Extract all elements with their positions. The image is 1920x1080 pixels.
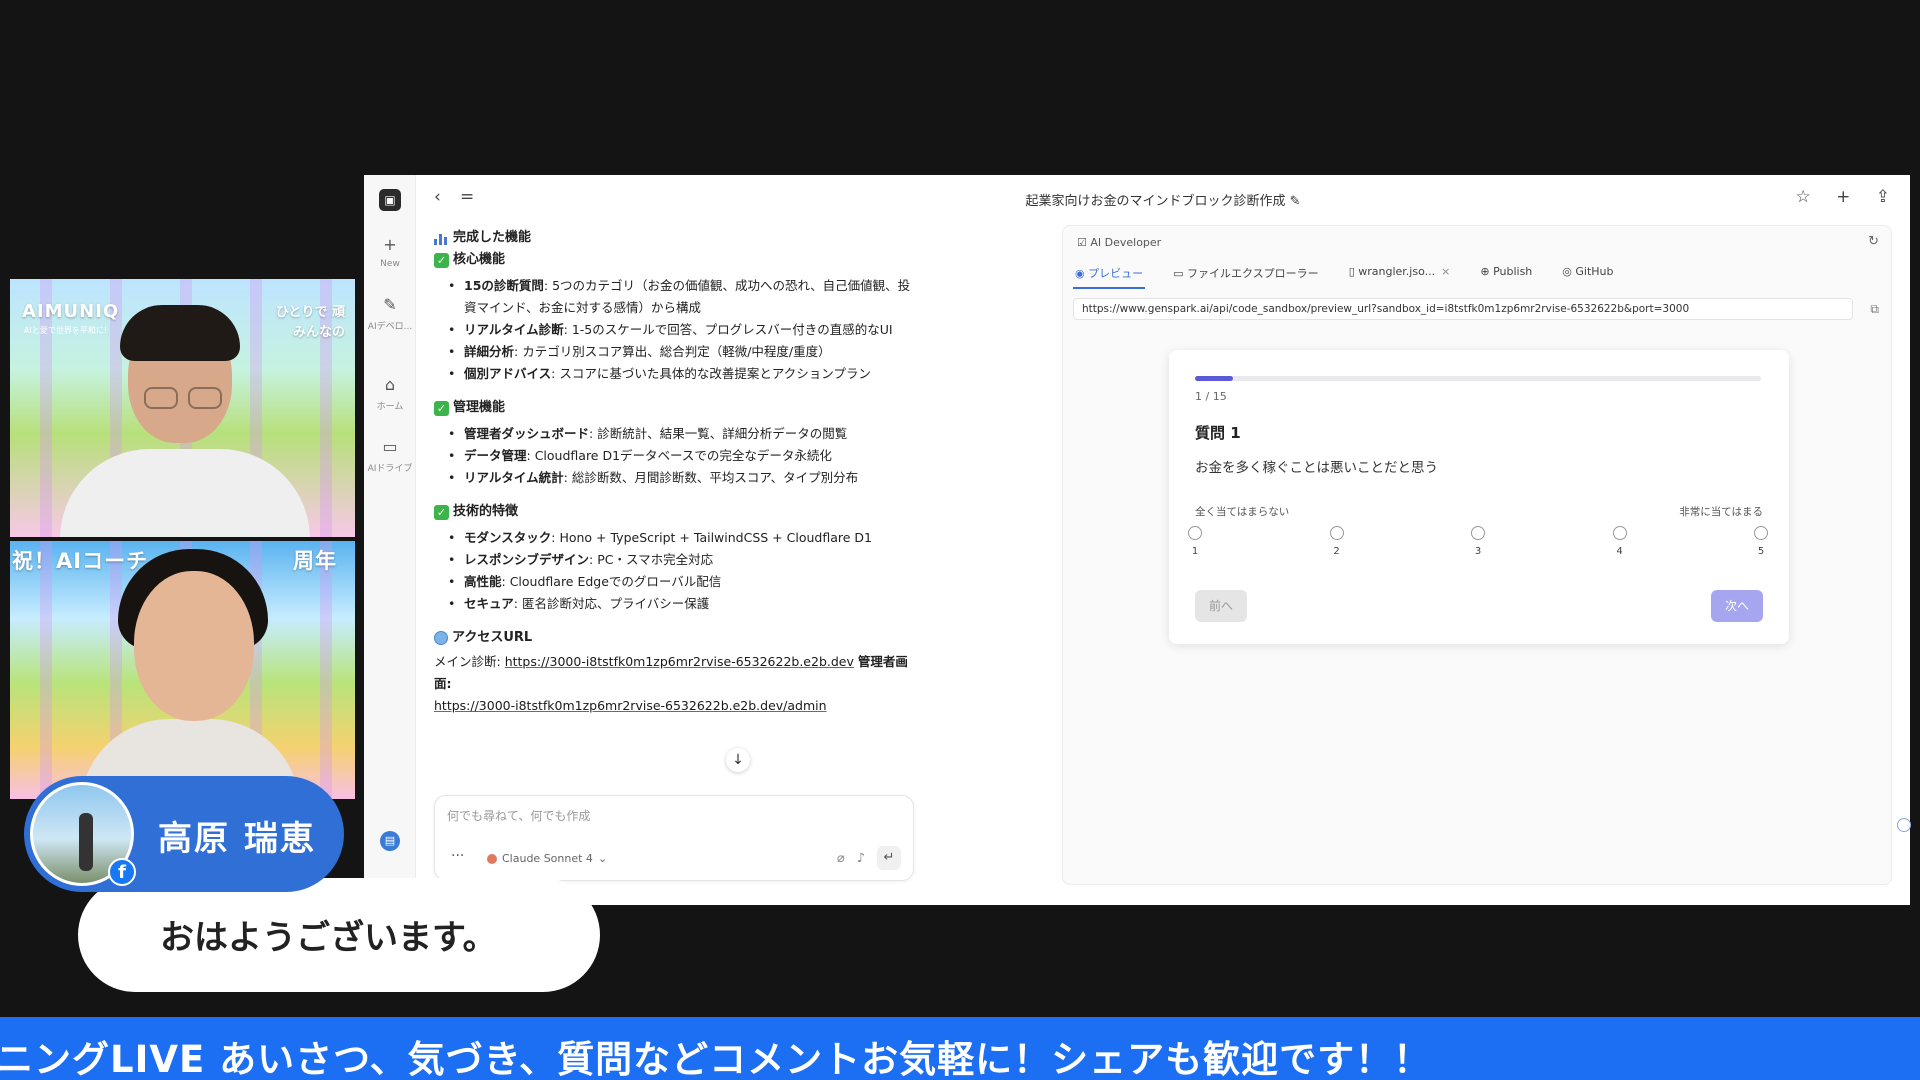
question-counter: 1 / 15	[1195, 390, 1227, 403]
model-selector[interactable]: Claude Sonnet 4 ⌄	[487, 852, 607, 865]
send-button[interactable]: ↵	[877, 846, 901, 870]
section-heading: ✓ 技術的特徴	[434, 501, 914, 523]
composer-input[interactable]: 何でも尋ねて、何でも作成	[447, 807, 590, 824]
scale-high-label: 非常に当てはまる	[1679, 506, 1763, 518]
list-item: 個別アドバイス: スコアに基づいた具体的な改善提案とアクションプラン	[448, 363, 914, 385]
microphone-icon[interactable]: ♪	[857, 851, 865, 866]
genspark-window: ▣ + New ✎ AIデベロ... ⌂ ホーム ▭ AIドライブ ▤ ‹ = …	[364, 175, 1911, 905]
presenter-namecard: f 高原 瑞恵	[24, 776, 344, 892]
side-handle-icon[interactable]	[1897, 818, 1911, 832]
plus-icon: +	[383, 235, 397, 254]
list-item: レスポンシブデザイン: PC・スマホ完全対応	[448, 549, 914, 571]
main-url-link[interactable]: https://3000-i8tstfk0m1zp6mr2rvise-65326…	[505, 654, 854, 669]
prev-button[interactable]: 前へ	[1195, 590, 1247, 622]
left-rail: ▣ + New ✎ AIデベロ... ⌂ ホーム ▭ AIドライブ ▤	[364, 175, 416, 905]
panel-header: ☑ AI Developer	[1077, 236, 1162, 249]
question-title: 質問 1	[1195, 424, 1241, 442]
tab-publish[interactable]: ⊕ Publish	[1478, 260, 1534, 289]
stream-canvas: ▣ + New ✎ AIデベロ... ⌂ ホーム ▭ AIドライブ ▤ ‹ = …	[0, 0, 1920, 1080]
rail-ai-developer[interactable]: ✎ AIデベロ...	[366, 295, 414, 332]
message-composer[interactable]: 何でも尋ねて、何でも作成 ··· Claude Sonnet 4 ⌄ ⌀ ♪ ↵	[434, 795, 914, 881]
list-item: リアルタイム統計: 総診断数、月間診断数、平均スコア、タイプ別分布	[448, 467, 914, 489]
scale-low-label: 全く当てはまらない	[1195, 506, 1290, 518]
next-button[interactable]: 次へ	[1711, 590, 1763, 622]
check-icon: ✓	[434, 400, 449, 416]
refresh-icon[interactable]: ↻	[1868, 234, 1879, 249]
eye-icon: ◉	[1075, 267, 1085, 280]
presenter-name: 高原 瑞恵	[158, 819, 316, 859]
check-icon: ✓	[434, 252, 449, 268]
tab-file-explorer[interactable]: ▭ ファイルエクスプローラー	[1171, 260, 1321, 289]
check-icon: ✓	[434, 504, 449, 520]
feature-list: モダンスタック: Hono + TypeScript + TailwindCSS…	[448, 527, 914, 615]
section-heading: ✓ 核心機能	[434, 249, 914, 271]
file-icon: ▯	[1348, 265, 1355, 278]
top-bar: ‹ = 起業家向けお金のマインドブロック診断作成 ✎ ☆ + ⇪	[416, 175, 1910, 219]
progress-bar	[1195, 376, 1761, 381]
globe-icon	[434, 631, 448, 645]
chevron-down-icon: ⌄	[597, 852, 608, 865]
banner-text: ひとりで 頑みんなの	[275, 305, 345, 340]
chart-icon	[434, 232, 449, 245]
completed-heading: 完成した機能	[434, 227, 914, 249]
top-actions-icons[interactable]: ☆ + ⇪	[1795, 187, 1900, 207]
question-text: お金を多く稼ぐことは悪いことだと思う	[1195, 460, 1438, 476]
edit-icon: ✎	[383, 295, 397, 314]
access-urls: メイン診断: https://3000-i8tstfk0m1zp6mr2rvis…	[434, 654, 908, 713]
open-external-icon[interactable]: ⧉	[1870, 302, 1879, 317]
ai-developer-panel: ☑ AI Developer ↻ ◉ プレビュー ▭ ファイルエクスプローラー …	[1062, 225, 1911, 885]
account-icon[interactable]: ▤	[380, 831, 400, 851]
answer-scale: 1 2 3 4 5	[1188, 526, 1768, 566]
rail-new[interactable]: + New	[366, 235, 414, 269]
answer-option-1[interactable]: 1	[1180, 526, 1210, 557]
globe-icon: ⊕	[1480, 265, 1490, 278]
tab-preview[interactable]: ◉ プレビュー	[1073, 260, 1146, 289]
preview-url-field[interactable]: https://www.genspark.ai/api/code_sandbox…	[1073, 298, 1853, 320]
progress-fill	[1195, 376, 1233, 381]
answer-option-3[interactable]: 3	[1463, 526, 1493, 557]
list-item: リアルタイム診断: 1-5のスケールで回答、プログレスバー付きの直感的なUI	[448, 319, 914, 341]
access-heading: アクセスURL	[434, 627, 914, 649]
feature-list: 管理者ダッシュボード: 診断統計、結果一覧、詳細分析データの閲覧 データ管理: …	[448, 423, 914, 489]
home-icon: ⌂	[384, 375, 396, 394]
panel-tabs: ◉ プレビュー ▭ ファイルエクスプローラー ▯ wrangler.jso...…	[1073, 260, 1616, 289]
tab-wrangler[interactable]: ▯ wrangler.jso... ×	[1347, 260, 1453, 289]
greeting-bubble: おはようございます。	[78, 878, 600, 992]
webcam-guest: 祝！AIコーチ 周年	[10, 541, 355, 799]
quiz-card: 1 / 15 質問 1 お金を多く稼ぐことは悪いことだと思う 全く当てはまらない…	[1169, 350, 1789, 644]
folder-icon: ▭	[382, 437, 398, 456]
list-item: モダンスタック: Hono + TypeScript + TailwindCSS…	[448, 527, 914, 549]
rail-home[interactable]: ⌂ ホーム	[366, 375, 414, 412]
more-options-icon[interactable]: ···	[451, 848, 464, 864]
list-item: 詳細分析: カテゴリ別スコア算出、総合判定（軽微/中程度/重度）	[448, 341, 914, 363]
tab-github[interactable]: ◎ GitHub	[1560, 260, 1615, 289]
answer-option-4[interactable]: 4	[1605, 526, 1635, 557]
attach-icon[interactable]: ⌀	[837, 851, 845, 866]
list-item: 高性能: Cloudflare Edgeでのグローバル配信	[448, 571, 914, 593]
scroll-down-button[interactable]: ↓	[726, 748, 750, 772]
project-title[interactable]: 起業家向けお金のマインドブロック診断作成 ✎	[416, 190, 1910, 209]
section-heading: ✓ 管理機能	[434, 397, 914, 419]
list-item: 15の診断質問: 5つのカテゴリ（お金の価値観、成功への恐れ、自己価値観、投資マ…	[448, 275, 914, 319]
admin-url-link[interactable]: https://3000-i8tstfk0m1zp6mr2rvise-65326…	[434, 698, 827, 713]
facebook-icon: f	[108, 858, 136, 886]
person-face	[134, 571, 254, 721]
comment-ticker: ニングLIVE あいさつ、気づき、質問などコメントお気軽に！シェアも歓迎です！！	[0, 1017, 1920, 1080]
claude-icon	[487, 853, 497, 864]
list-item: 管理者ダッシュボード: 診断統計、結果一覧、詳細分析データの閲覧	[448, 423, 914, 445]
answer-option-2[interactable]: 2	[1322, 526, 1352, 557]
github-icon: ◎	[1562, 265, 1572, 278]
list-item: セキュア: 匿名診断対応、プライバシー保護	[448, 593, 914, 615]
webcam-host: AIMUNIQ AIと愛で世界を平和に! ひとりで 頑みんなの	[10, 279, 355, 537]
aimuniq-logo: AIMUNIQ	[22, 301, 120, 322]
chat-transcript: 完成した機能 ✓ 核心機能 15の診断質問: 5つのカテゴリ（お金の価値観、成功…	[434, 219, 914, 799]
app-logo[interactable]: ▣	[379, 189, 401, 211]
folder-icon: ▭	[1173, 267, 1184, 280]
close-icon[interactable]: ×	[1441, 265, 1450, 278]
rail-ai-drive[interactable]: ▭ AIドライブ	[366, 437, 414, 474]
feature-list: 15の診断質問: 5つのカテゴリ（お金の価値観、成功への恐れ、自己価値観、投資マ…	[448, 275, 914, 385]
list-item: データ管理: Cloudflare D1データベースでの完全なデータ永続化	[448, 445, 914, 467]
answer-option-5[interactable]: 5	[1746, 526, 1776, 557]
